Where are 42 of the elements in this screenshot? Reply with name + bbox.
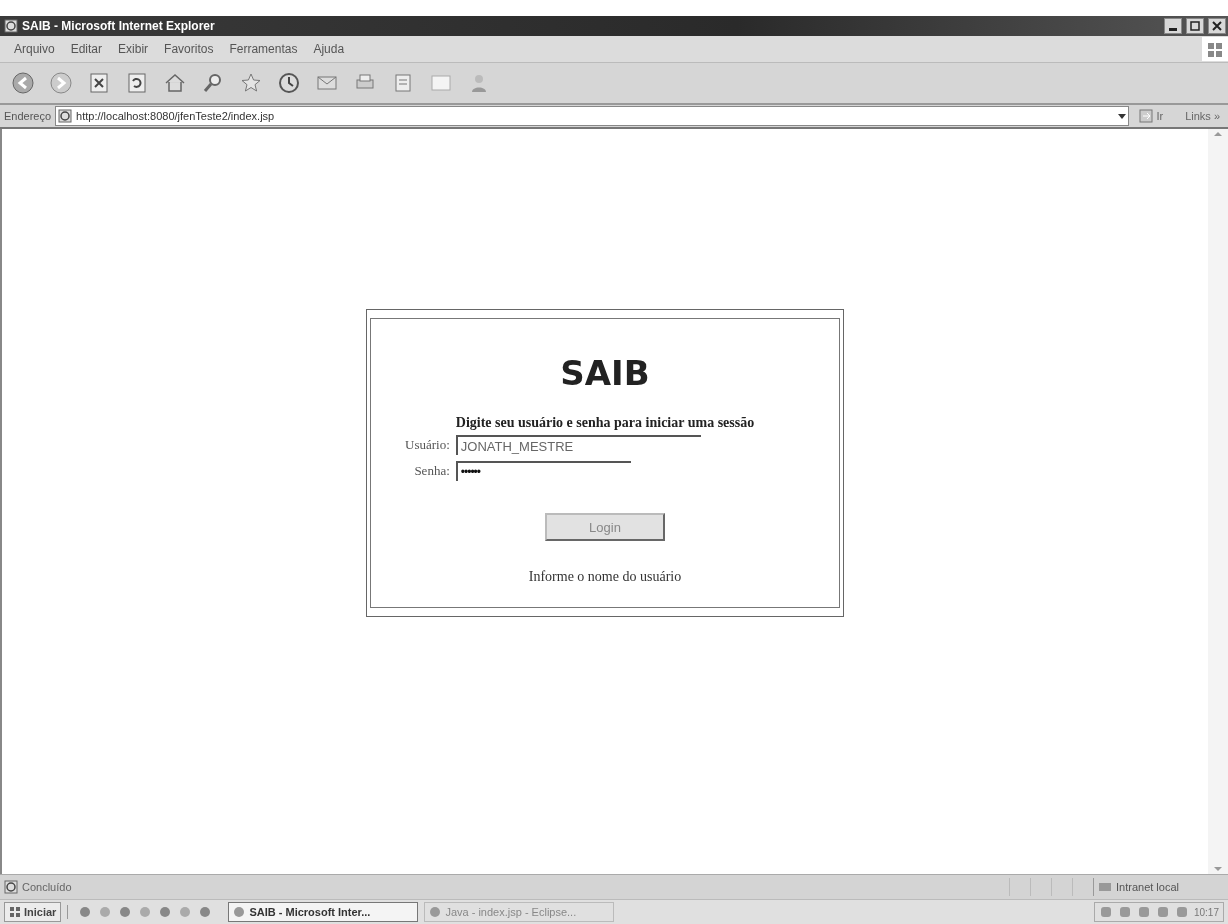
password-field[interactable]: •••••• [455, 461, 631, 481]
stop-icon [87, 71, 111, 95]
menu-item[interactable]: Editar [62, 42, 111, 56]
login-title: SAIB [560, 353, 650, 393]
taskbar-button[interactable]: SAIB - Microsoft Inter... [228, 902, 419, 922]
menu-item[interactable]: Exibir [110, 42, 157, 56]
field-label: Usuário: [405, 437, 450, 453]
minimize-icon [1169, 27, 1177, 31]
back-icon [11, 71, 35, 95]
status-message: Informe o nome do usuário [528, 569, 682, 585]
address-field[interactable]: http://localhost:8080/jfenTeste2/index.jsp [55, 106, 1130, 126]
menu-item[interactable]: Ajuda [305, 42, 353, 56]
page-icon [58, 109, 73, 123]
forward-icon [49, 71, 73, 95]
history-icon [277, 71, 301, 95]
zone-text: Intranet local [1116, 881, 1179, 893]
links-label[interactable]: Links » [1173, 110, 1224, 122]
home-icon [163, 71, 187, 95]
login-prompt: Digite seu usuário e senha para iniciar uma sessão [455, 415, 755, 431]
windows-logo-icon [1202, 37, 1228, 61]
go-button[interactable]: Ir [1133, 107, 1170, 125]
status-text: Concluído [22, 881, 73, 893]
maximize-icon [1190, 21, 1200, 31]
maximize-button[interactable] [1186, 18, 1204, 34]
star-icon [239, 71, 263, 95]
menu-item[interactable]: Favoritos [156, 42, 222, 56]
menu-item[interactable]: Ferramentas [221, 42, 306, 56]
minimize-button[interactable] [1164, 18, 1182, 34]
window-title: SAIB - Microsoft Internet Explorer [22, 19, 216, 33]
clock: 10:17 [1193, 906, 1219, 918]
menu-item[interactable]: Arquivo [6, 42, 63, 56]
close-button[interactable] [1208, 18, 1226, 34]
close-icon [1212, 21, 1222, 31]
scrollbar[interactable] [1208, 129, 1228, 874]
page-done-icon [4, 880, 18, 894]
field-label: Senha: [413, 463, 450, 479]
windows-logo-icon [9, 906, 21, 918]
username-field[interactable]: JONATH_MESTRE [455, 435, 701, 455]
go-arrow-icon [1139, 109, 1154, 123]
address-label: Endereço [4, 110, 52, 122]
refresh-icon [125, 71, 149, 95]
start-button[interactable]: Iniciar [4, 902, 62, 922]
